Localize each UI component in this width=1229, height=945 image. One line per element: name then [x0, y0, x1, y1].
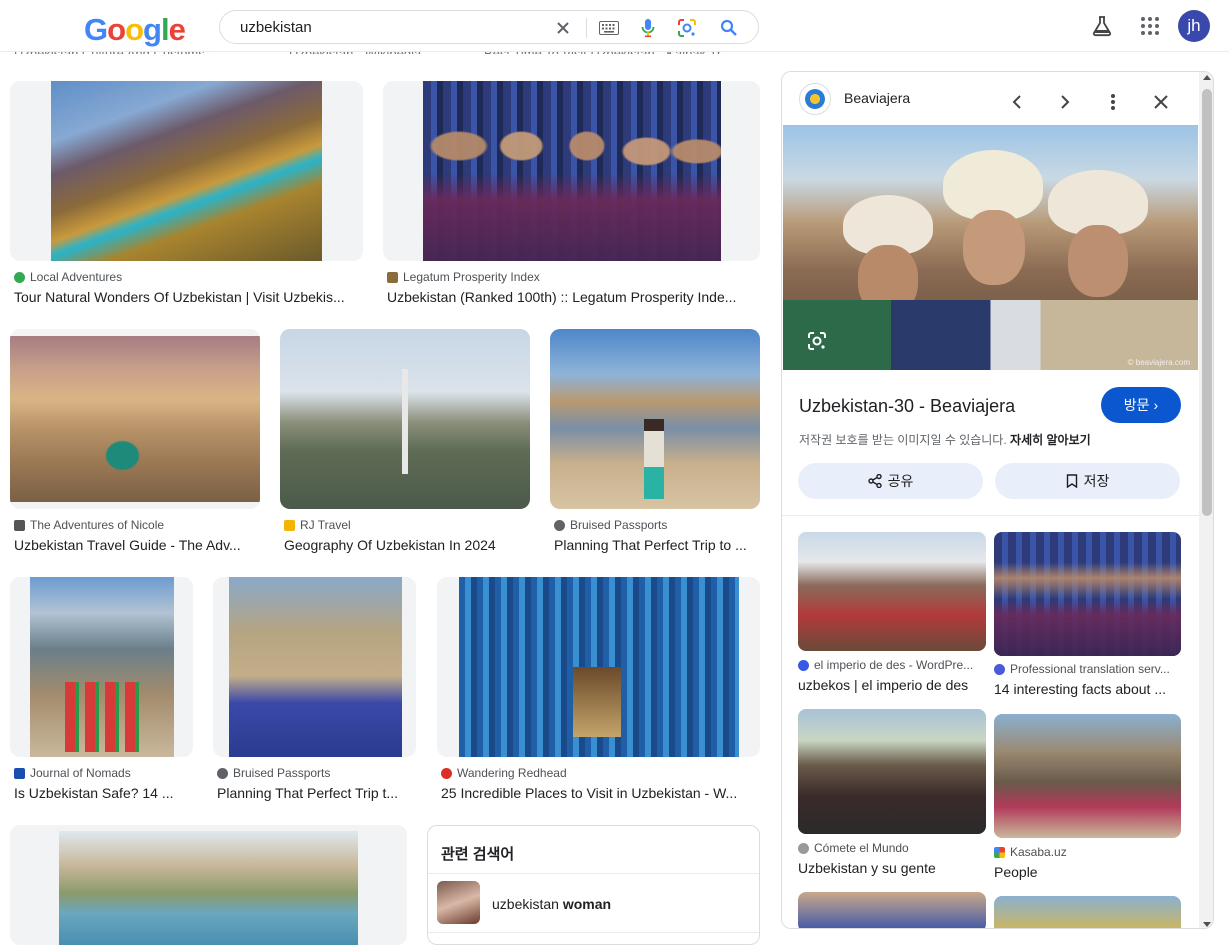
- result-title[interactable]: Uzbekistan (Ranked 100th) :: Legatum Pro…: [387, 289, 757, 305]
- scroll-up-icon[interactable]: [1203, 75, 1211, 80]
- favicon-icon: [441, 767, 452, 779]
- result-title[interactable]: Tour Natural Wonders Of Uzbekistan | Vis…: [14, 289, 361, 305]
- image-preview-panel: Beaviajera © beaviajera.com Uzbekistan-3…: [781, 71, 1214, 929]
- result-title[interactable]: Planning That Perfect Trip to ...: [554, 537, 758, 553]
- more-options-icon[interactable]: [1099, 88, 1127, 116]
- related-heading: 관련 검색어: [441, 846, 515, 863]
- mic-icon[interactable]: [635, 15, 661, 41]
- save-button[interactable]: 저장: [995, 463, 1180, 499]
- scrollbar-thumb[interactable]: [1202, 89, 1212, 516]
- share-icon: [867, 474, 882, 488]
- similar-title[interactable]: uzbekos | el imperio de des: [798, 677, 983, 693]
- result-thumbnail[interactable]: [280, 329, 530, 509]
- bookmark-icon: [1066, 474, 1077, 488]
- result-title[interactable]: Uzbekistan Travel Guide - The Adv...: [14, 537, 258, 553]
- result-title[interactable]: Planning That Perfect Trip t...: [217, 785, 414, 801]
- result-source: Bruised Passports: [570, 518, 668, 532]
- share-button[interactable]: 공유: [798, 463, 983, 499]
- keyboard-icon[interactable]: [596, 15, 622, 41]
- result-title[interactable]: 25 Incredible Places to Visit in Uzbekis…: [441, 785, 757, 801]
- copyright-notice: 저작권 보호를 받는 이미지일 수 있습니다.: [799, 433, 1007, 447]
- similar-source: Cómete el Mundo: [814, 841, 909, 855]
- result-thumbnail[interactable]: [10, 329, 260, 509]
- result-source: Local Adventures: [30, 270, 123, 284]
- site-favicon-icon: [799, 83, 831, 115]
- lens-icon[interactable]: [674, 15, 700, 41]
- result-source: Journal of Nomads: [30, 766, 131, 780]
- result-source: Legatum Prosperity Index: [403, 270, 540, 284]
- panel-site-name[interactable]: Beaviajera: [844, 90, 910, 106]
- favicon-icon: [798, 842, 809, 854]
- similar-source: el imperio de des - WordPre...: [814, 658, 974, 672]
- result-source: Bruised Passports: [233, 766, 331, 780]
- result-title[interactable]: Geography Of Uzbekistan In 2024: [284, 537, 528, 553]
- account-avatar[interactable]: jh: [1178, 10, 1210, 42]
- scroll-down-icon[interactable]: [1203, 922, 1211, 927]
- apps-icon[interactable]: [1134, 10, 1166, 42]
- result-source: Wandering Redhead: [457, 766, 567, 780]
- favicon-icon: [14, 767, 25, 779]
- similar-source: Kasaba.uz: [1010, 845, 1067, 859]
- close-icon[interactable]: [1147, 88, 1175, 116]
- favicon-icon: [994, 846, 1005, 858]
- lens-search-icon[interactable]: [805, 329, 829, 353]
- chevron-right-icon: ›: [1153, 397, 1159, 413]
- search-icon[interactable]: [716, 15, 742, 41]
- image-watermark: © beaviajera.com: [1127, 358, 1190, 367]
- favicon-icon: [387, 271, 398, 283]
- search-divider: [586, 18, 587, 38]
- result-thumbnail[interactable]: [213, 577, 416, 757]
- panel-scrollbar[interactable]: [1199, 72, 1213, 928]
- related-searches: 관련 검색어 uzbekistan woman: [427, 825, 760, 945]
- similar-title[interactable]: People: [994, 864, 1179, 880]
- header-bar: Google jh: [0, 0, 1229, 52]
- favicon-icon: [554, 519, 565, 531]
- clear-icon[interactable]: [550, 15, 576, 41]
- result-title[interactable]: Is Uzbekistan Safe? 14 ...: [14, 785, 191, 801]
- result-thumbnail[interactable]: [383, 81, 760, 261]
- result-thumbnail[interactable]: [550, 329, 760, 509]
- result-thumbnail[interactable]: [10, 825, 407, 945]
- result-source: RJ Travel: [300, 518, 351, 532]
- similar-source: Professional translation serv...: [1010, 662, 1170, 676]
- favicon-icon: [14, 519, 25, 531]
- result-source: The Adventures of Nicole: [30, 518, 165, 532]
- favicon-icon: [798, 659, 809, 671]
- visit-button[interactable]: 방문 ›: [1101, 387, 1181, 423]
- search-box: [219, 10, 759, 44]
- previous-icon[interactable]: [1003, 88, 1031, 116]
- preview-image[interactable]: © beaviajera.com: [783, 125, 1198, 370]
- similar-title[interactable]: Uzbekistan y su gente: [798, 860, 983, 876]
- result-thumbnail[interactable]: [10, 81, 363, 261]
- similar-title[interactable]: 14 interesting facts about ...: [994, 681, 1179, 697]
- favicon-icon: [994, 663, 1005, 675]
- panel-title[interactable]: Uzbekistan-30 - Beaviajera: [799, 396, 1015, 417]
- related-thumbnail: [437, 881, 480, 924]
- favicon-icon: [284, 519, 295, 531]
- learn-more-link[interactable]: 자세히 알아보기: [1010, 433, 1091, 447]
- favicon-icon: [217, 767, 228, 779]
- next-icon[interactable]: [1051, 88, 1079, 116]
- search-input[interactable]: [240, 11, 560, 43]
- labs-icon[interactable]: [1086, 10, 1118, 42]
- result-thumbnail[interactable]: [10, 577, 193, 757]
- google-logo[interactable]: Google: [84, 12, 186, 48]
- related-item[interactable]: uzbekistan woman: [428, 874, 759, 932]
- favicon-icon: [14, 271, 25, 283]
- result-thumbnail[interactable]: [437, 577, 760, 757]
